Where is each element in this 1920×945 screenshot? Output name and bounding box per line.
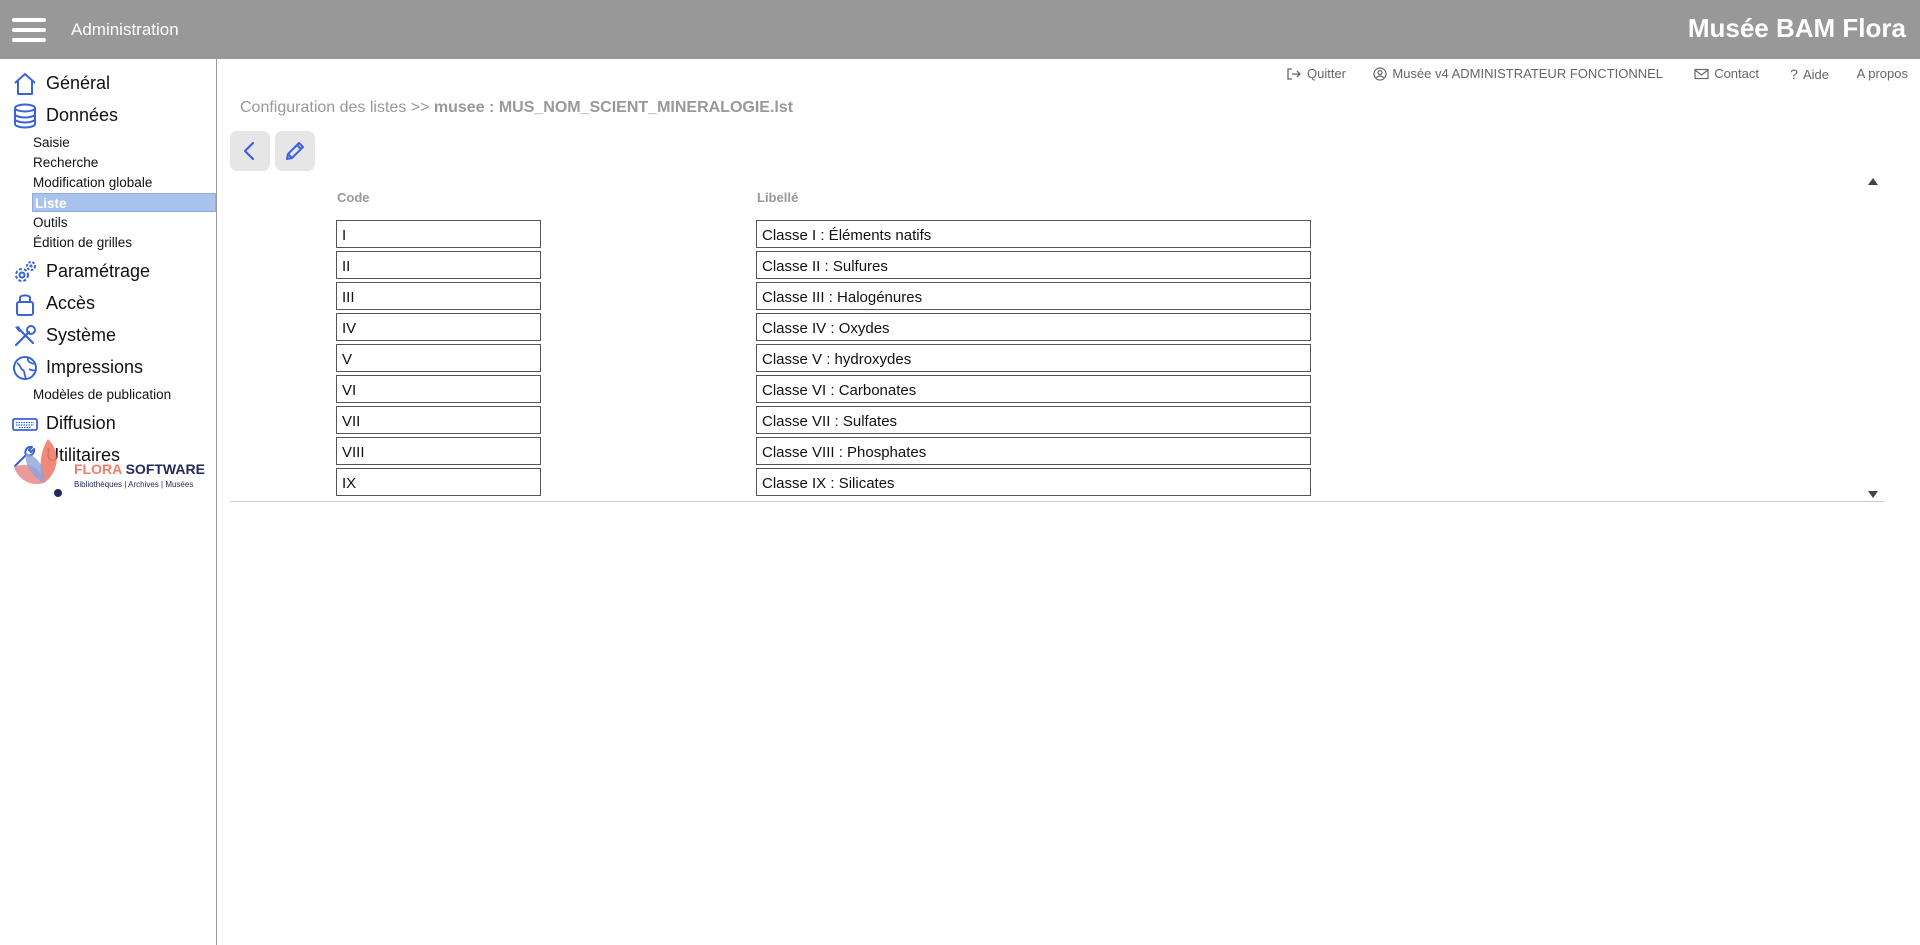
logo-brand-b: SOFTWARE [125,461,205,477]
sidebar-item-system[interactable]: Système [0,321,216,349]
lock-icon [16,294,34,316]
label-field[interactable]: Classe VIII : Phosphates [756,437,1311,465]
top-bar: Administration Musée BAM Flora [0,0,1920,59]
label-field[interactable]: Classe II : Sulfures [756,251,1311,279]
sidebar-item-general[interactable]: Général [0,69,216,97]
brand-title: Musée BAM Flora [1687,13,1906,43]
menu-icon[interactable] [12,18,46,42]
flora-flower-icon [14,439,62,497]
code-field[interactable]: V [336,344,541,372]
gears-icon [15,261,36,282]
flora-software-logo: FLORA SOFTWARE Bibliothèques | Archives … [10,431,210,501]
sidebar-item-settings[interactable]: Paramétrage [0,257,216,285]
label-field[interactable]: Classe IX : Silicates [756,468,1311,496]
logo-tagline: Bibliothèques | Archives | Musées [74,480,194,489]
sidebar-item-label: Données [46,104,119,125]
scroll-down-arrow[interactable] [1868,491,1878,498]
sidebar-item-label: Système [46,324,117,345]
label-field[interactable]: Classe VI : Carbonates [756,375,1311,403]
sidebar-subitem-edition-grilles[interactable]: Édition de grilles [33,233,132,252]
code-field[interactable]: I [336,220,541,248]
code-field[interactable]: III [336,282,541,310]
code-field[interactable]: IX [336,468,541,496]
sidebar-subitem-liste[interactable]: Liste [32,193,216,212]
sidebar-item-access[interactable]: Accès [0,289,216,317]
sidebar-item-label: Accès [46,292,96,313]
label-field[interactable]: Classe VII : Sulfates [756,406,1311,434]
sidebar-subitem-modification-globale[interactable]: Modification globale [33,173,152,192]
scroll-up-arrow[interactable] [1868,178,1878,185]
breadcrumb: Configuration des listes >> musee : MUS_… [240,99,793,117]
breadcrumb-current: musee : MUS_NOM_SCIENT_MINERALOGIE.lst [433,99,794,116]
tools-icon [14,325,36,347]
label-field[interactable]: Classe III : Halogénures [756,282,1311,310]
sidebar-item-label: Impressions [46,356,144,377]
breadcrumb-prefix[interactable]: Configuration des listes >> [240,99,429,116]
contact-link[interactable]: Contact [1694,66,1759,81]
question-icon: ? [1790,66,1798,82]
sidebar-subitem-outils[interactable]: Outils [33,213,68,232]
help-label: Aide [1802,66,1829,82]
contact-label: Contact [1714,66,1759,81]
sidebar-item-label: Paramétrage [46,260,151,281]
database-icon [14,103,36,129]
sidebar-item-prints[interactable]: Impressions [0,353,216,381]
pencil-icon [286,142,304,160]
column-header-label: Libellé [757,190,799,205]
home-icon [14,73,36,95]
sidebar-subitem-modeles-publication[interactable]: Modèles de publication [33,385,171,404]
logo-brand-a: FLORA [74,461,122,477]
back-button[interactable] [230,131,270,171]
code-field[interactable]: VIII [336,437,541,465]
app-title: Administration [71,20,179,39]
user-label: Musée v4 ADMINISTRATEUR FONCTIONNEL [1392,66,1663,81]
user-circle-icon [1373,66,1387,81]
globe-icon [13,356,37,380]
quit-link[interactable]: Quitter [1286,66,1346,81]
sidebar-subitem-recherche[interactable]: Recherche [33,153,98,172]
logout-icon [1287,67,1301,80]
help-link[interactable]: ? Aide [1790,66,1829,82]
label-field[interactable]: Classe I : Éléments natifs [756,220,1311,248]
chevron-left-icon [243,141,255,161]
code-field[interactable]: II [336,251,541,279]
sidebar-item-data[interactable]: Données [0,101,216,129]
code-field[interactable]: VI [336,375,541,403]
about-link[interactable]: A propos [1857,66,1908,81]
quit-label: Quitter [1306,66,1346,81]
envelope-icon [1694,68,1709,79]
label-field[interactable]: Classe V : hydroxydes [756,344,1311,372]
label-field[interactable]: Classe IV : Oxydes [756,313,1311,341]
user-link[interactable]: Musée v4 ADMINISTRATEUR FONCTIONNEL [1373,66,1663,81]
edit-button[interactable] [275,131,315,171]
sidebar: Général Données Saisie Recherche Modific… [0,59,217,945]
sidebar-subitem-saisie[interactable]: Saisie [33,133,70,152]
column-header-code: Code [337,190,370,205]
about-label: A propos [1856,66,1908,81]
code-field[interactable]: VII [336,406,541,434]
list-grid: Code Libellé I Classe I : Éléments natifs… [230,175,1884,502]
sidebar-item-label: Général [46,72,111,93]
code-field[interactable]: IV [336,313,541,341]
